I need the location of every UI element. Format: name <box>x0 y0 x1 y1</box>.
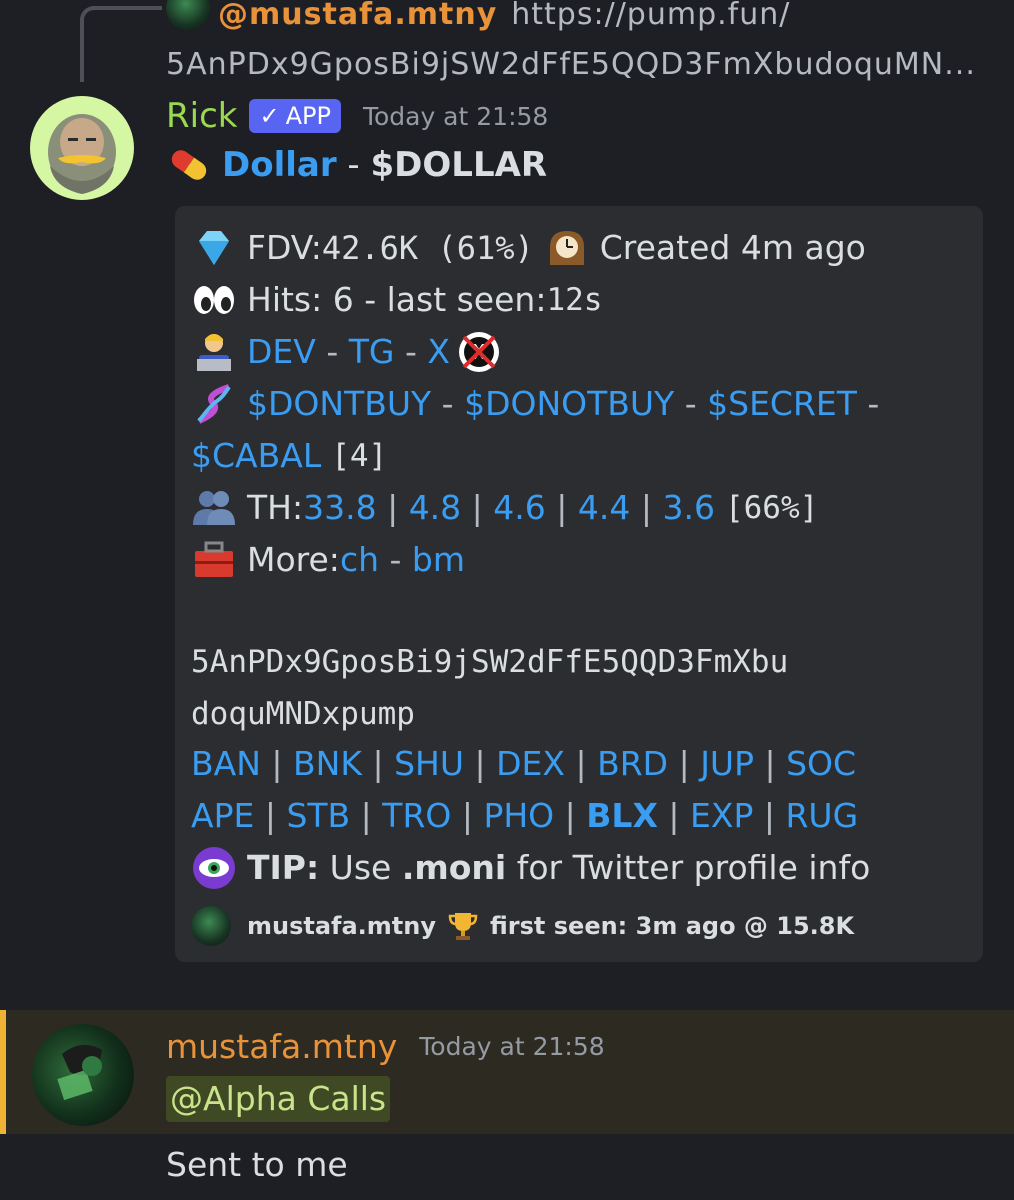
tip-command: .moni <box>401 848 507 887</box>
username[interactable]: mustafa.mtny <box>166 1027 397 1066</box>
tg-link[interactable]: TG <box>349 328 395 376</box>
th-row: TH: 33.8 | 4.8 | 4.6 | 4.4 | 3.6 [66%] <box>191 484 818 532</box>
related-row-cont: $CABAL [4] <box>191 432 387 480</box>
hits-value: 12s <box>546 282 603 318</box>
th-value[interactable]: 4.4 <box>578 484 630 532</box>
avatar[interactable] <box>30 96 134 200</box>
hits-text: Hits: 6 - last seen: <box>247 280 547 319</box>
tool-link-bnk[interactable]: BNK <box>293 740 362 788</box>
related-ticker-link[interactable]: $SECRET <box>707 380 857 428</box>
group-icon <box>193 491 235 525</box>
clock-icon <box>549 231 584 265</box>
check-icon: ✓ <box>259 102 280 130</box>
tool-link-soc[interactable]: SOC <box>786 740 856 788</box>
tool-link-rug[interactable]: RUG <box>785 792 858 840</box>
footer-text: first seen: 3m ago @ 15.8K <box>490 912 855 940</box>
trophy-icon <box>448 913 478 940</box>
reply-text-line2: 5AnPDx9GposBi9jSW2dFfE5QQD3FmXbudoquMN..… <box>166 47 976 82</box>
hits-row: Hits: 6 - last seen: 12s <box>191 276 602 324</box>
tip-post: for Twitter profile info <box>506 848 871 887</box>
pill-icon <box>171 150 207 180</box>
th-total: [66%] <box>724 490 819 526</box>
tool-link-tro[interactable]: TRO <box>382 792 451 840</box>
badge-label: APP <box>285 102 331 130</box>
related-ticker-link[interactable]: $DONTBUY <box>247 380 431 428</box>
timestamp[interactable]: Today at 21:58 <box>419 1032 604 1061</box>
tip-row: TIP: Use .moni for Twitter profile info <box>191 844 870 892</box>
reply-connector <box>80 6 162 82</box>
related-ticker-link[interactable]: $CABAL <box>191 432 321 480</box>
th-value[interactable]: 3.6 <box>662 484 714 532</box>
tool-link-jup[interactable]: JUP <box>700 740 754 788</box>
dev-row: DEV - TG - X X <box>191 328 512 376</box>
x-link[interactable]: X <box>427 328 450 376</box>
fdv-row: FDV: 42.6K (61%) Created 4m ago <box>191 224 866 272</box>
tip-label: TIP: <box>247 848 320 887</box>
contract-address-line2[interactable]: doquMNDxpump <box>191 690 415 738</box>
th-value[interactable]: 4.6 <box>493 484 545 532</box>
related-ticker-link[interactable]: $DONOTBUY <box>464 380 674 428</box>
th-label: TH: <box>247 488 304 527</box>
username[interactable]: Rick <box>166 96 237 136</box>
bm-link[interactable]: bm <box>412 536 465 584</box>
related-row: $DONTBUY - $DONOTBUY - $SECRET - <box>191 380 879 428</box>
tool-link-ban[interactable]: BAN <box>191 740 261 788</box>
message-text: Sent to me <box>166 1145 348 1184</box>
th-value[interactable]: 4.8 <box>409 484 461 532</box>
title-separator: - <box>336 145 371 185</box>
avatar[interactable] <box>32 1024 134 1126</box>
contract-address-line1[interactable]: 5AnPDx9GposBi9jSW2dFfE5QQD3FmXbu <box>191 638 788 686</box>
token-name-link[interactable]: Dollar <box>222 145 337 185</box>
more-row: More: ch - bm <box>191 536 465 584</box>
th-value[interactable]: 33.8 <box>303 484 376 532</box>
dna-icon <box>197 384 231 424</box>
tool-link-brd[interactable]: BRD <box>597 740 668 788</box>
tool-link-dex[interactable]: DEX <box>496 740 565 788</box>
technologist-icon <box>197 334 231 371</box>
related-count: [4] <box>331 438 388 474</box>
message-header: Rick ✓ APP Today at 21:58 <box>166 94 548 138</box>
tool-link-shu[interactable]: SHU <box>394 740 464 788</box>
tools-row-1: BAN | BNK | SHU | DEX | BRD | JUP | SOC <box>191 740 856 788</box>
ch-link[interactable]: ch <box>340 536 379 584</box>
message-header: mustafa.mtny Today at 21:58 <box>166 1024 605 1068</box>
token-embed: FDV: 42.6K (61%) Created 4m ago Hits: 6 … <box>175 206 983 962</box>
message-title: Dollar - $DOLLAR <box>166 142 547 188</box>
app-badge: ✓ APP <box>249 99 341 133</box>
tool-link-blx[interactable]: BLX <box>586 792 658 840</box>
fdv-value: 42.6K (61%) <box>321 229 534 267</box>
more-label: More: <box>247 540 340 579</box>
eyes-icon <box>194 286 234 314</box>
embed-footer: mustafa.mtny first seen: 3m ago @ 15.8K <box>191 906 854 946</box>
dev-link[interactable]: DEV <box>247 328 316 376</box>
created-text: Created 4m ago <box>599 228 866 267</box>
token-ticker: $DOLLAR <box>370 145 548 185</box>
eye-icon <box>193 847 235 889</box>
fdv-label: FDV: <box>247 228 322 267</box>
tool-link-ape[interactable]: APE <box>191 792 254 840</box>
reply-username[interactable]: @mustafa.mtny <box>218 0 497 32</box>
tool-link-exp[interactable]: EXP <box>690 792 753 840</box>
tool-link-pho[interactable]: PHO <box>483 792 554 840</box>
role-mention[interactable]: @Alpha Calls <box>166 1076 391 1122</box>
tools-row-2: APE | STB | TRO | PHO | BLX | EXP | RUG <box>191 792 858 840</box>
footer-username: mustafa.mtny <box>247 912 437 940</box>
toolbox-icon <box>195 541 233 577</box>
footer-avatar <box>191 906 231 946</box>
timestamp[interactable]: Today at 21:58 <box>363 102 548 131</box>
reply-text-line1: https://pump.fun/ <box>511 0 791 32</box>
diamond-icon <box>199 231 229 265</box>
reply-preview[interactable]: @mustafa.mtny https://pump.fun/ 5AnPDx9Gp… <box>166 0 996 90</box>
tip-pre: Use <box>319 848 402 887</box>
no-x-icon: X <box>458 332 499 372</box>
tool-link-stb[interactable]: STB <box>286 792 350 840</box>
